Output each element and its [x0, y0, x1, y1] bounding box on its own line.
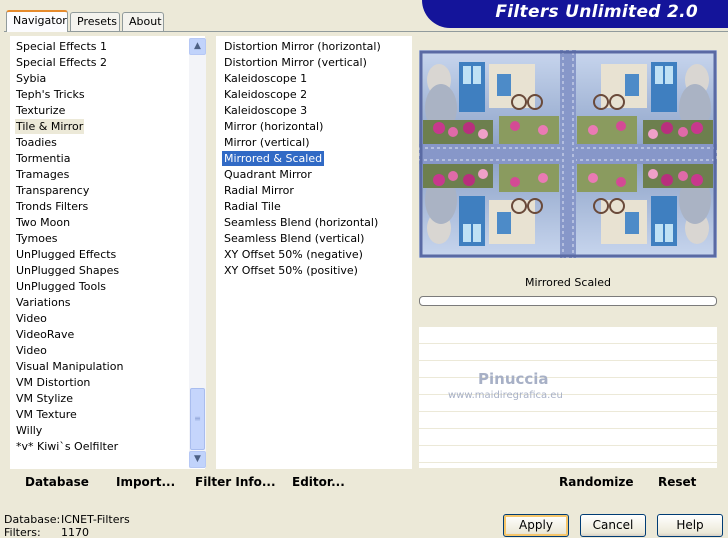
filter-item[interactable]: Kaleidoscope 3 — [222, 103, 309, 118]
editor-button[interactable]: Editor... — [292, 475, 345, 489]
category-item[interactable]: Teph's Tricks — [15, 87, 86, 102]
preview-artwork — [419, 50, 717, 258]
filters-count: 1170 — [61, 526, 89, 538]
category-item[interactable]: Special Effects 2 — [15, 55, 108, 70]
filter-item[interactable]: Kaleidoscope 2 — [222, 87, 309, 102]
cancel-button[interactable]: Cancel — [580, 514, 646, 537]
watermark-name: Pinuccia — [478, 370, 549, 388]
grip-icon: ≡ — [194, 414, 201, 423]
progress-bar — [419, 296, 717, 306]
category-scrollbar[interactable]: ▲ ≡ ▼ — [189, 38, 206, 468]
category-item[interactable]: UnPlugged Shapes — [15, 263, 120, 278]
category-item[interactable]: VM Texture — [15, 407, 78, 422]
category-item[interactable]: UnPlugged Tools — [15, 279, 107, 294]
category-item[interactable]: Two Moon — [15, 215, 71, 230]
category-item[interactable]: Toadies — [15, 135, 58, 150]
category-item[interactable]: Texturize — [15, 103, 66, 118]
filter-item[interactable]: Kaleidoscope 1 — [222, 71, 309, 86]
filter-item[interactable]: Quadrant Mirror — [222, 167, 314, 182]
filter-item[interactable]: Mirrored & Scaled — [222, 151, 325, 166]
category-list[interactable]: Special Effects 1 Special Effects 2 Sybia T… — [10, 36, 205, 469]
category-item[interactable]: Special Effects 1 — [15, 39, 108, 54]
randomize-button[interactable]: Randomize — [559, 475, 633, 489]
category-item[interactable]: Visual Manipulation — [15, 359, 124, 374]
filter-item[interactable]: Seamless Blend (vertical) — [222, 231, 366, 246]
bottom-toolbar-right: Randomize Reset — [419, 469, 717, 497]
filter-item[interactable]: XY Offset 50% (negative) — [222, 247, 365, 262]
filter-name-display: Mirrored Scaled — [525, 276, 611, 289]
bottom-toolbar: Database Import... Filter Info... Editor… — [10, 469, 412, 497]
category-item[interactable]: *v* Kiwi`s Oelfilter — [15, 439, 119, 454]
filter-item[interactable]: Seamless Blend (horizontal) — [222, 215, 380, 230]
chevron-up-icon: ▲ — [194, 41, 201, 51]
tab-presets[interactable]: Presets — [70, 12, 120, 31]
category-item[interactable]: Tymoes — [15, 231, 58, 246]
filter-item[interactable]: Distortion Mirror (horizontal) — [222, 39, 383, 54]
title-banner: Filters Unlimited 2.0 — [422, 0, 728, 28]
category-item[interactable]: Video — [15, 343, 48, 358]
tab-navigator[interactable]: Navigator — [6, 10, 68, 32]
filter-item[interactable]: Mirror (horizontal) — [222, 119, 325, 134]
category-item[interactable]: Sybia — [15, 71, 47, 86]
tab-about[interactable]: About — [122, 12, 164, 31]
category-item[interactable]: VM Stylize — [15, 391, 74, 406]
import-button[interactable]: Import... — [116, 475, 175, 489]
watermark-url: www.maidiregrafica.eu — [448, 390, 563, 401]
filters-label: Filters: — [4, 526, 41, 538]
help-button[interactable]: Help — [657, 514, 723, 537]
category-item[interactable]: VideoRave — [15, 327, 75, 342]
app-title: Filters Unlimited 2.0 — [495, 2, 698, 22]
filter-item[interactable]: Mirror (vertical) — [222, 135, 312, 150]
category-item[interactable]: Transparency — [15, 183, 90, 198]
preview-image — [419, 50, 717, 258]
category-item[interactable]: Willy — [15, 423, 43, 438]
chevron-down-icon: ▼ — [194, 454, 201, 464]
category-item[interactable]: Variations — [15, 295, 72, 310]
category-item[interactable]: Tormentia — [15, 151, 71, 166]
category-item[interactable]: VM Distortion — [15, 375, 91, 390]
filter-item[interactable]: Radial Mirror — [222, 183, 296, 198]
category-item[interactable]: Tronds Filters — [15, 199, 89, 214]
filter-info-button[interactable]: Filter Info... — [195, 475, 276, 489]
category-item[interactable]: Video — [15, 311, 48, 326]
filter-item[interactable]: Distortion Mirror (vertical) — [222, 55, 369, 70]
filter-list[interactable]: Distortion Mirror (horizontal) Distortion… — [216, 36, 412, 469]
scroll-down-button[interactable]: ▼ — [189, 451, 206, 468]
filter-item[interactable]: XY Offset 50% (positive) — [222, 263, 360, 278]
reset-button[interactable]: Reset — [658, 475, 696, 489]
category-item[interactable]: Tramages — [15, 167, 70, 182]
scroll-up-button[interactable]: ▲ — [189, 38, 206, 55]
category-item[interactable]: Tile & Mirror — [15, 119, 85, 134]
filter-item[interactable]: Radial Tile — [222, 199, 283, 214]
database-label: Database: — [4, 513, 61, 526]
database-value: ICNET-Filters — [61, 513, 130, 526]
apply-button[interactable]: Apply — [503, 514, 569, 537]
scroll-thumb[interactable]: ≡ — [190, 388, 205, 450]
database-button[interactable]: Database — [25, 475, 89, 489]
category-item[interactable]: UnPlugged Effects — [15, 247, 117, 262]
